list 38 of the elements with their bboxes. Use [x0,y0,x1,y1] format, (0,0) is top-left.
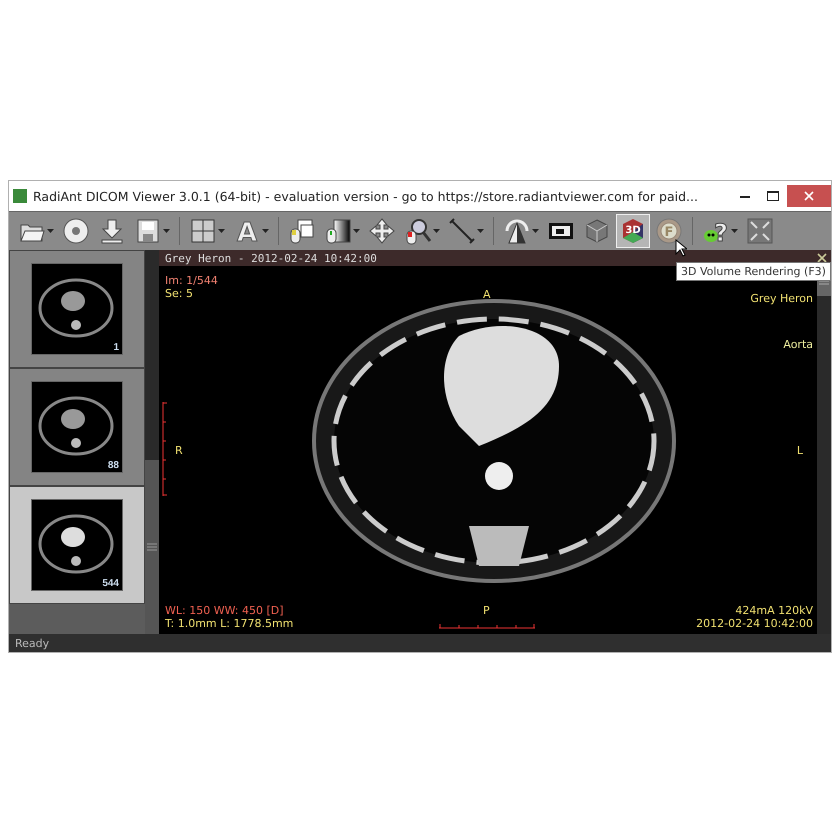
fullscreen-icon [746,217,774,245]
letter-icon: A [233,217,261,245]
close-icon [804,191,814,201]
magnifier-icon [404,217,432,245]
grid-icon [189,217,217,245]
orientation-label: P [483,604,490,617]
structure-label: Aorta [783,338,813,351]
maximize-icon [767,191,779,201]
gradient-icon [324,217,352,245]
series-thumbnail[interactable]: 88 [9,368,145,486]
ruler-line-icon [448,217,476,245]
stacked-images-icon [288,217,316,245]
overlay-text: WL: 150 WW: 450 [D] [165,604,285,617]
overlay-text: Se: 5 [165,287,193,300]
viewer-title: Grey Heron - 2012-02-24 10:42:00 [165,252,377,264]
series-thumbnail[interactable]: 1 [9,250,145,368]
orientation-label: R [175,444,183,457]
overlay-text: 2012-02-24 10:42:00 [696,617,813,630]
orientation-label: L [796,444,803,457]
series-thumbnail[interactable]: 544 [9,486,145,604]
overlay-text: Im: 1/544 [165,274,218,287]
app-icon [13,189,27,203]
status-text: Ready [15,636,50,650]
overlay-text: Grey Heron [750,292,813,305]
disc-icon [62,217,90,245]
mouse-cursor-icon [675,239,687,257]
overlay-text: 424mA 120kV [734,604,813,617]
image-count: 1 [113,342,119,353]
window-title: RadiAnt DICOM Viewer 3.0.1 (64-bit) - evaluation version - go to https://store.radiantviewer.com for paid... [33,188,699,204]
scrollbar-handle[interactable] [145,460,159,634]
tooltip: 3D Volume Rendering (F3) [676,262,831,281]
rotate-icon [503,217,531,245]
image-count: 88 [108,460,119,471]
image-count: 544 [102,578,119,589]
close-button[interactable] [787,185,831,207]
move-arrows-icon [368,217,396,245]
overlay-text: T: 1.0mm L: 1778.5mm [165,617,294,630]
orientation-label: A [483,288,491,301]
